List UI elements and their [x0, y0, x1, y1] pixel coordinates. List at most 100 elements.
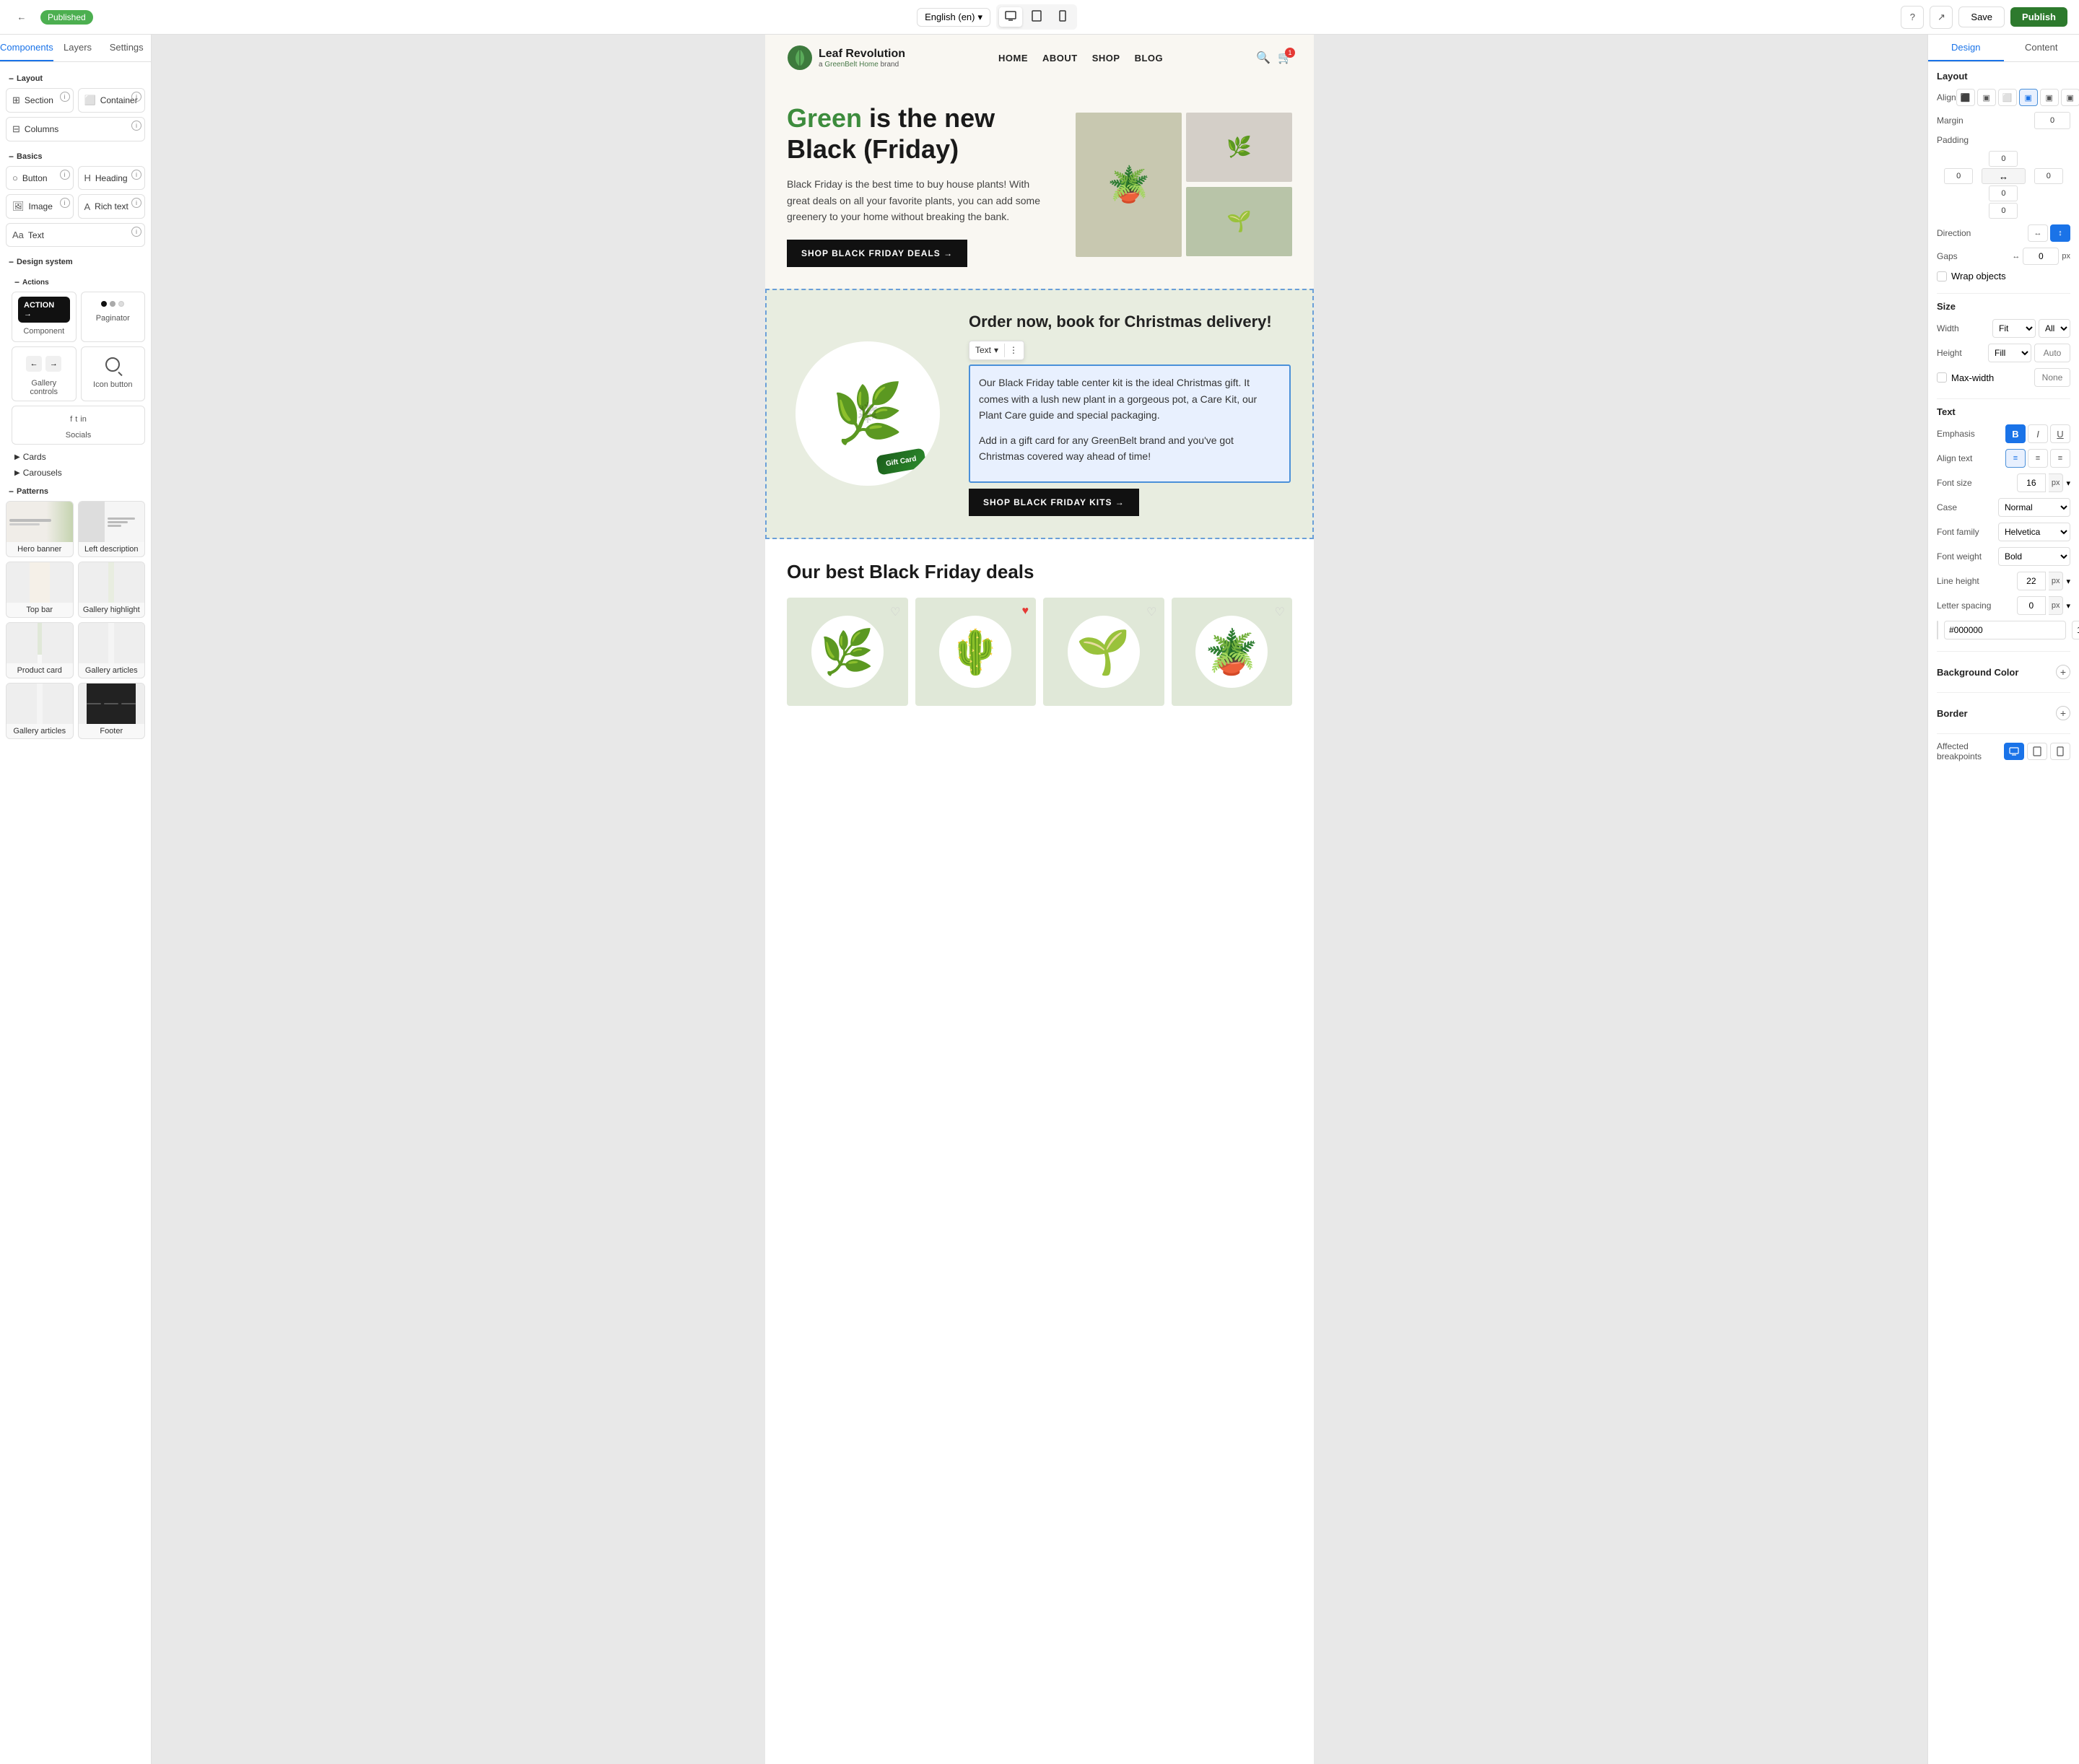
align-right-button[interactable]: ⬜ — [1998, 89, 2017, 106]
carousels-expand[interactable]: ▶ Carousels — [12, 465, 145, 481]
tab-settings[interactable]: Settings — [102, 35, 151, 61]
align-text-right-button[interactable]: ≡ — [2050, 449, 2070, 468]
nav-blog[interactable]: BLOG — [1135, 53, 1164, 64]
publish-button[interactable]: Publish — [2010, 7, 2067, 27]
width-all-select[interactable]: All — [2039, 319, 2070, 338]
gaps-value-input[interactable] — [2023, 248, 2059, 265]
icon-button-item[interactable]: Icon button — [81, 346, 146, 401]
bold-button[interactable]: B — [2005, 424, 2026, 443]
align-text-center-button[interactable]: ≡ — [2028, 449, 2048, 468]
font-weight-select[interactable]: Bold Regular Light — [1998, 547, 2070, 566]
text-toolbar-menu[interactable]: ⋮ — [1009, 344, 1018, 357]
gallery-articles-pattern-2[interactable]: Gallery articles — [6, 683, 74, 739]
paginator-item[interactable]: Paginator — [81, 292, 146, 342]
line-height-input[interactable] — [2017, 572, 2046, 590]
deal-card-1[interactable]: 🌿 ♡ — [787, 598, 908, 706]
underline-button[interactable]: U — [2050, 424, 2070, 443]
direction-vertical-button[interactable]: ↕ — [2050, 224, 2070, 242]
tablet-breakpoint-button[interactable] — [2027, 743, 2047, 760]
back-button[interactable]: ← — [12, 7, 32, 27]
align-top-button[interactable]: ▣ — [2019, 89, 2038, 106]
container-component[interactable]: ⬜ Container i — [78, 88, 146, 113]
padding-resize-handle[interactable]: ↔ — [1982, 168, 2025, 184]
image-component[interactable]: 🖼 Image i — [6, 194, 74, 219]
tab-design[interactable]: Design — [1928, 35, 2004, 61]
text-color-swatch[interactable] — [1937, 621, 1938, 639]
external-link-button[interactable]: ↗ — [1930, 6, 1953, 29]
left-description-pattern[interactable]: Left description — [78, 501, 146, 557]
max-width-checkbox[interactable] — [1937, 372, 1947, 383]
font-family-select[interactable]: Helvetica Arial Georgia — [1998, 523, 2070, 541]
letter-spacing-input[interactable] — [2017, 596, 2046, 615]
hero-cta-button[interactable]: SHOP BLACK FRIDAY DEALS → — [787, 240, 967, 267]
desktop-button[interactable] — [999, 7, 1022, 27]
tab-layers[interactable]: Layers — [53, 35, 103, 61]
max-width-checkbox-row[interactable]: Max-width — [1937, 372, 1994, 383]
heading-component[interactable]: H Heading i — [78, 166, 146, 190]
height-auto-input[interactable] — [2034, 344, 2070, 362]
align-center-v-button[interactable]: ▣ — [2040, 89, 2059, 106]
padding-right-input[interactable] — [2034, 168, 2063, 184]
case-select[interactable]: Normal Uppercase Lowercase Capitalize — [1998, 498, 2070, 517]
text-toolbar-type[interactable]: Text ▾ — [975, 344, 1005, 357]
tab-components[interactable]: Components — [0, 35, 53, 61]
deal-card-3[interactable]: 🌱 ♡ — [1043, 598, 1164, 706]
add-background-color-button[interactable]: + — [2056, 665, 2070, 679]
section-component[interactable]: ⊞ Section i — [6, 88, 74, 113]
heart-icon-2[interactable]: ♥ — [1022, 605, 1029, 618]
desktop-breakpoint-button[interactable] — [2004, 743, 2024, 760]
heart-icon-4[interactable]: ♡ — [1275, 605, 1285, 619]
cart-icon[interactable]: 🛒1 — [1278, 51, 1292, 65]
mobile-breakpoint-button[interactable] — [2050, 743, 2070, 760]
deal-card-4[interactable]: 🪴 ♡ — [1172, 598, 1293, 706]
nav-about[interactable]: ABOUT — [1042, 53, 1078, 64]
heart-icon-3[interactable]: ♡ — [1146, 605, 1156, 619]
promo-cta-button[interactable]: SHOP BLACK FRIDAY KITS → — [969, 489, 1139, 516]
add-border-button[interactable]: + — [2056, 706, 2070, 720]
wrap-objects-checkbox[interactable] — [1937, 271, 1947, 281]
selected-text-block[interactable]: Our Black Friday table center kit is the… — [969, 364, 1291, 483]
tablet-button[interactable] — [1025, 7, 1048, 27]
action-component-item[interactable]: ACTION → Component — [12, 292, 77, 342]
gallery-highlight-pattern[interactable]: Gallery highlight — [78, 562, 146, 618]
margin-input[interactable] — [2034, 112, 2070, 129]
footer-pattern[interactable]: Footer — [78, 683, 146, 739]
search-icon[interactable]: 🔍 — [1256, 51, 1270, 65]
text-color-hex-input[interactable] — [1944, 621, 2066, 639]
line-height-chevron[interactable]: ▾ — [2066, 577, 2070, 586]
hero-banner-pattern[interactable]: Hero banner — [6, 501, 74, 557]
max-width-input[interactable] — [2034, 368, 2070, 387]
product-card-pattern[interactable]: Product card — [6, 622, 74, 678]
align-center-h-button[interactable]: ▣ — [1977, 89, 1996, 106]
font-size-input[interactable] — [2017, 473, 2046, 492]
font-size-chevron[interactable]: ▾ — [2066, 479, 2070, 488]
padding-top-input[interactable] — [1989, 151, 2018, 167]
width-fit-select[interactable]: Fit Fill Fixed — [1992, 319, 2036, 338]
button-component[interactable]: ○ Button i — [6, 166, 74, 190]
tab-content[interactable]: Content — [2004, 35, 2079, 61]
nav-home[interactable]: HOME — [998, 53, 1028, 64]
heart-icon-1[interactable]: ♡ — [890, 605, 900, 619]
nav-shop[interactable]: SHOP — [1092, 53, 1120, 64]
save-button[interactable]: Save — [1958, 6, 2005, 27]
italic-button[interactable]: I — [2028, 424, 2048, 443]
top-bar-pattern[interactable]: Top bar — [6, 562, 74, 618]
text-color-opacity-input[interactable] — [2072, 621, 2079, 639]
align-left-button[interactable]: ⬛ — [1956, 89, 1975, 106]
socials-item[interactable]: f t in Socials — [12, 406, 145, 445]
columns-component[interactable]: ⊟ Columns i — [6, 117, 145, 141]
padding-bottom-input[interactable] — [1989, 203, 2018, 219]
text-component[interactable]: Aa Text i — [6, 223, 145, 247]
align-text-left-button[interactable]: ≡ — [2005, 449, 2026, 468]
padding-left-input[interactable] — [1944, 168, 1973, 184]
gallery-controls-item[interactable]: ← → Gallery controls — [12, 346, 77, 401]
padding-bottom-top-input[interactable] — [1989, 185, 2018, 201]
align-bottom-button[interactable]: ▣ — [2061, 89, 2079, 106]
rich-text-component[interactable]: A Rich text i — [78, 194, 146, 219]
gallery-articles-pattern-1[interactable]: Gallery articles — [78, 622, 146, 678]
cards-expand[interactable]: ▶ Cards — [12, 449, 145, 465]
deal-card-2[interactable]: 🌵 ♥ — [915, 598, 1037, 706]
help-button[interactable]: ? — [1901, 6, 1924, 29]
direction-horizontal-button[interactable]: ↔ — [2028, 224, 2048, 242]
letter-spacing-chevron[interactable]: ▾ — [2066, 601, 2070, 611]
